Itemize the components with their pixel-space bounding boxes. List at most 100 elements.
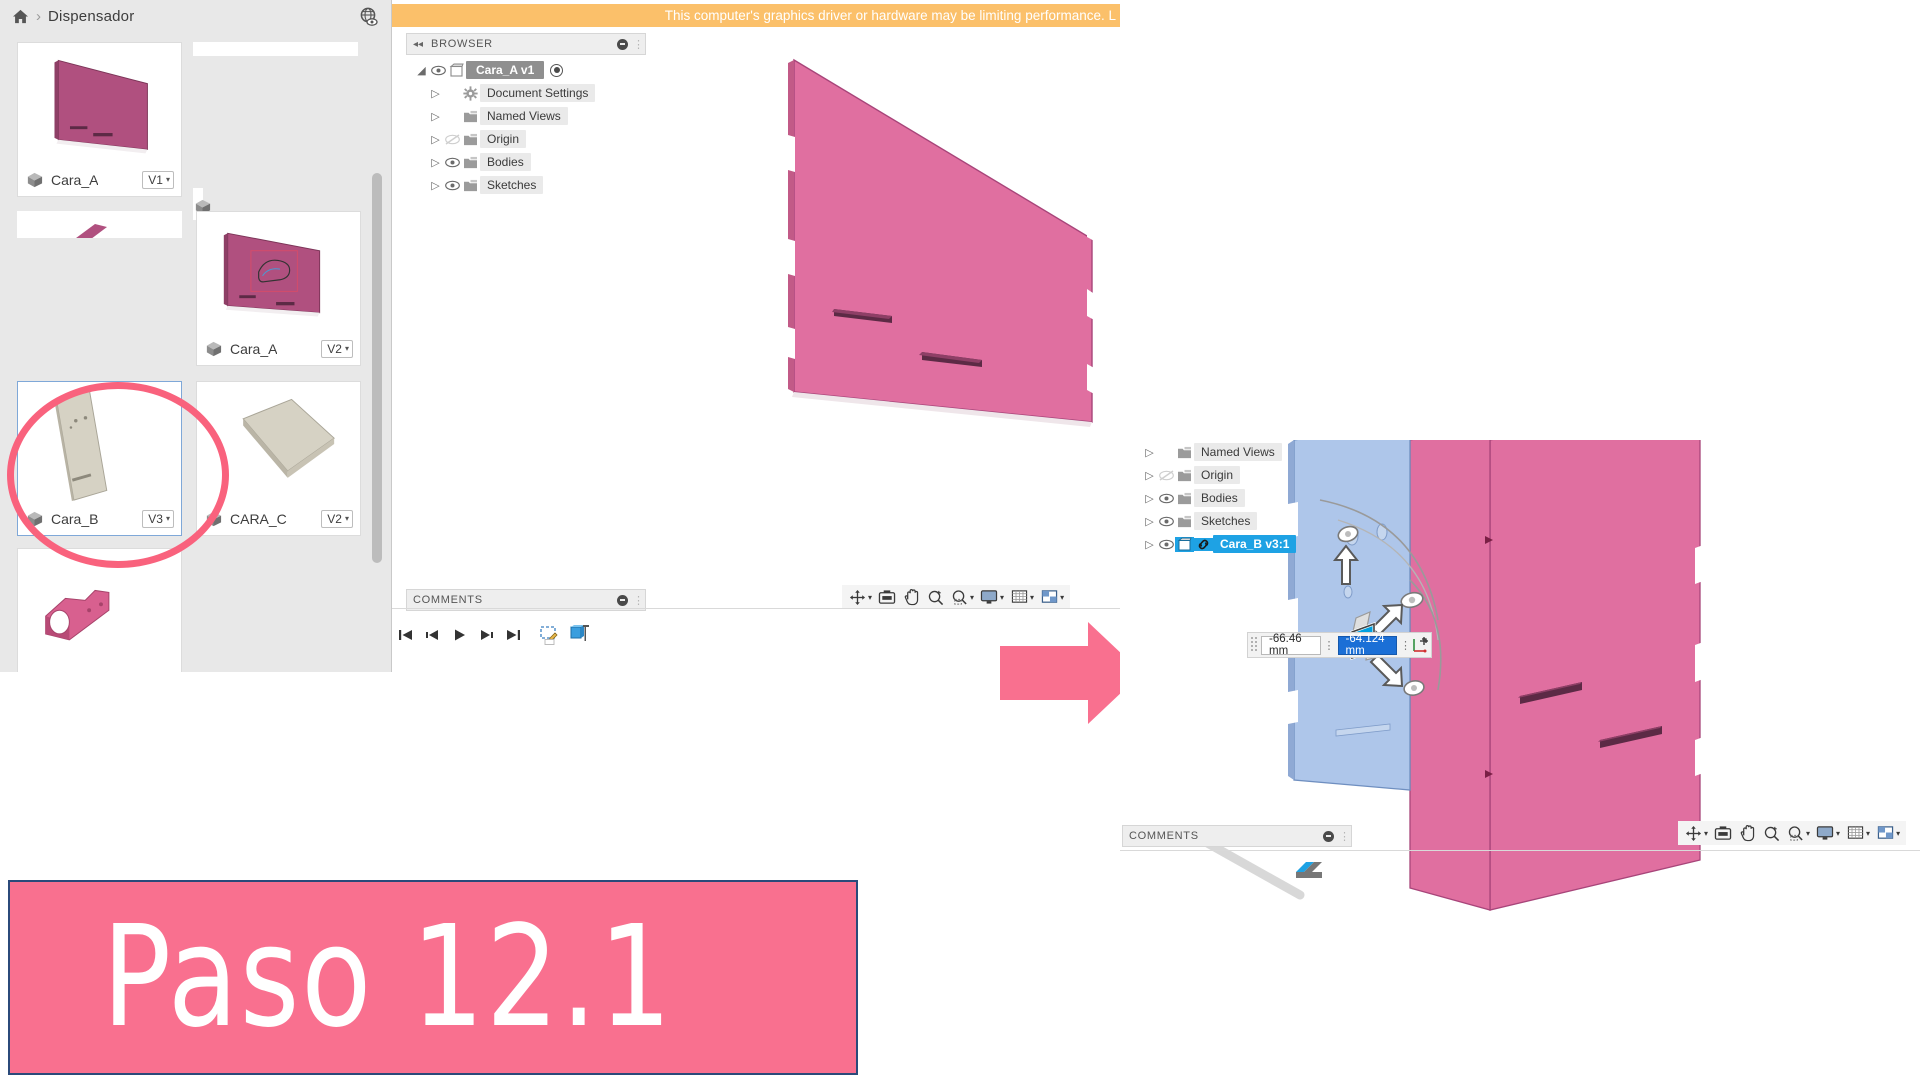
browser-panel-header-primary[interactable]: ◂◂ BROWSER ⋮ <box>406 33 646 55</box>
drag-grip-icon[interactable] <box>1250 636 1258 654</box>
sketch-feature-icon[interactable] <box>1290 860 1324 882</box>
chevron-down-icon[interactable]: ▾ <box>1704 829 1708 838</box>
move-axis-icon[interactable] <box>1411 635 1429 655</box>
tree-node-document-settings[interactable]: ▷ Document Settings <box>428 83 596 103</box>
eye-hidden-icon[interactable] <box>1157 469 1175 481</box>
expand-arrow-icon[interactable]: ▷ <box>1142 446 1157 459</box>
expand-arrow-icon[interactable]: ▷ <box>428 179 443 192</box>
step-forward-icon[interactable] <box>478 627 494 643</box>
move-x-menu-icon[interactable]: ⋮ <box>1324 639 1335 652</box>
orbit-icon[interactable] <box>846 587 868 607</box>
tree-node-bodies[interactable]: ▷ Bodies <box>1142 488 1309 508</box>
globe-eye-icon[interactable] <box>359 7 379 27</box>
breadcrumb[interactable]: › Dispensador <box>12 8 134 25</box>
move-y-menu-icon[interactable]: ⋮ <box>1400 639 1411 652</box>
viewports-icon[interactable] <box>1874 823 1896 843</box>
eye-visible-icon[interactable] <box>429 65 447 76</box>
orbit-icon[interactable] <box>1682 823 1704 843</box>
look-at-icon[interactable] <box>876 587 898 607</box>
skip-start-icon[interactable] <box>397 627 413 643</box>
expand-arrow-icon[interactable]: ▷ <box>428 133 443 146</box>
tree-node-origin[interactable]: ▷ Origin <box>1142 465 1309 485</box>
tree-node-named-views[interactable]: ▷ Named Views <box>428 106 595 126</box>
asset-card-cara-a-v2[interactable]: Cara_A V2 ▾ <box>196 211 361 366</box>
version-badge[interactable]: V2 ▾ <box>321 509 353 529</box>
breadcrumb-project[interactable]: Dispensador <box>48 8 134 25</box>
eye-visible-icon[interactable] <box>1157 516 1175 527</box>
viewports-icon[interactable] <box>1038 587 1060 607</box>
expand-arrow-icon[interactable]: ▷ <box>428 110 443 123</box>
collapse-left-icon[interactable]: ◂◂ <box>413 39 423 50</box>
tree-node-origin[interactable]: ▷ Origin <box>428 129 595 149</box>
asset-card-label: Cara_A <box>51 172 99 188</box>
zoom-window-icon[interactable] <box>948 587 970 607</box>
tree-node-sketches[interactable]: ▷ Sketches <box>428 175 595 195</box>
pan-hand-icon[interactable] <box>900 587 922 607</box>
panel-minimize-icon[interactable] <box>1323 830 1334 842</box>
tree-node-cara-b-v3[interactable]: ▷ Cara_B v3:1 <box>1142 534 1309 554</box>
eye-visible-icon[interactable] <box>1157 493 1175 504</box>
display-settings-icon[interactable] <box>978 587 1000 607</box>
grid-snap-icon[interactable] <box>1008 587 1030 607</box>
panel-minimize-icon[interactable] <box>617 594 628 606</box>
panel-grip-icon[interactable]: ⋮ <box>633 594 644 607</box>
move-x-input[interactable]: -66.46 mm <box>1261 633 1321 657</box>
display-settings-icon[interactable] <box>1814 823 1836 843</box>
tree-node-cara-a-v1[interactable]: ◢ Cara_A v1 <box>414 60 595 80</box>
panel-grip-icon[interactable]: ⋮ <box>1339 830 1350 843</box>
asset-card-cara-c-v2[interactable]: CARA_C V2 ▾ <box>196 381 361 536</box>
expand-arrow-icon[interactable]: ▷ <box>1142 538 1157 551</box>
folder-icon <box>1175 515 1194 528</box>
chevron-down-icon[interactable]: ▾ <box>1866 829 1870 838</box>
comments-panel-header-secondary[interactable]: COMMENTS ⋮ <box>1122 825 1352 847</box>
timeline-divider <box>392 608 1120 609</box>
expand-arrow-icon[interactable]: ▷ <box>428 87 443 100</box>
tree-node-bodies[interactable]: ▷ Bodies <box>428 152 595 172</box>
eye-visible-icon[interactable] <box>443 157 461 168</box>
pan-hand-icon[interactable] <box>1736 823 1758 843</box>
chevron-down-icon[interactable]: ▾ <box>1000 593 1004 602</box>
sketch-feature-icon[interactable] <box>538 624 562 646</box>
asset-card-loading[interactable] <box>196 56 356 188</box>
gallery-scrollbar-thumb[interactable] <box>372 173 382 563</box>
look-at-icon[interactable] <box>1712 823 1734 843</box>
move-y-input[interactable]: -64.124 mm <box>1337 633 1397 657</box>
expand-arrow-icon[interactable]: ▷ <box>1142 469 1157 482</box>
zoom-in-icon[interactable] <box>924 587 946 607</box>
asset-card-cara-a-v1[interactable]: Cara_A V1 ▾ <box>17 42 182 197</box>
gallery-scrollbar[interactable] <box>371 73 383 643</box>
chevron-down-icon[interactable]: ▾ <box>970 593 974 602</box>
tree-node-named-views[interactable]: ▷ Named Views <box>1142 442 1309 462</box>
expand-arrow-icon[interactable]: ▷ <box>428 156 443 169</box>
expand-arrow-icon[interactable]: ▷ <box>1142 515 1157 528</box>
asset-card-bracket[interactable] <box>17 548 182 672</box>
chevron-down-icon[interactable]: ▾ <box>1836 829 1840 838</box>
zoom-in-icon[interactable] <box>1760 823 1782 843</box>
version-badge[interactable]: V1 ▾ <box>142 170 174 190</box>
tree-node-sketches[interactable]: ▷ Sketches <box>1142 511 1309 531</box>
step-back-icon[interactable] <box>424 627 440 643</box>
chevron-down-icon[interactable]: ▾ <box>1806 829 1810 838</box>
play-icon[interactable] <box>451 627 467 643</box>
panel-grip-icon[interactable]: ⋮ <box>633 38 644 51</box>
chevron-down-icon[interactable]: ▾ <box>1896 829 1900 838</box>
timeline-feature-icon-partial[interactable] <box>1290 860 1324 887</box>
eye-visible-icon[interactable] <box>443 180 461 191</box>
zoom-window-icon[interactable] <box>1784 823 1806 843</box>
chevron-down-icon[interactable]: ▾ <box>1030 593 1034 602</box>
skip-end-icon[interactable] <box>505 627 521 643</box>
panel-minimize-icon[interactable] <box>617 38 628 50</box>
asset-card-cara-b-v3[interactable]: Cara_B V3 ▾ <box>17 381 182 536</box>
expand-arrow-icon[interactable]: ▷ <box>1142 492 1157 505</box>
version-badge[interactable]: V2 ▾ <box>321 339 353 359</box>
activate-component-radio[interactable] <box>550 63 564 77</box>
version-badge[interactable]: V3 ▾ <box>142 509 174 529</box>
eye-visible-icon[interactable] <box>1157 539 1175 550</box>
expand-arrow-icon[interactable]: ◢ <box>414 64 429 77</box>
home-icon[interactable] <box>12 9 29 24</box>
chevron-down-icon[interactable]: ▾ <box>1060 593 1064 602</box>
chevron-down-icon[interactable]: ▾ <box>868 593 872 602</box>
eye-hidden-icon[interactable] <box>443 133 461 145</box>
grid-snap-icon[interactable] <box>1844 823 1866 843</box>
extrude-feature-icon[interactable] <box>569 624 593 646</box>
